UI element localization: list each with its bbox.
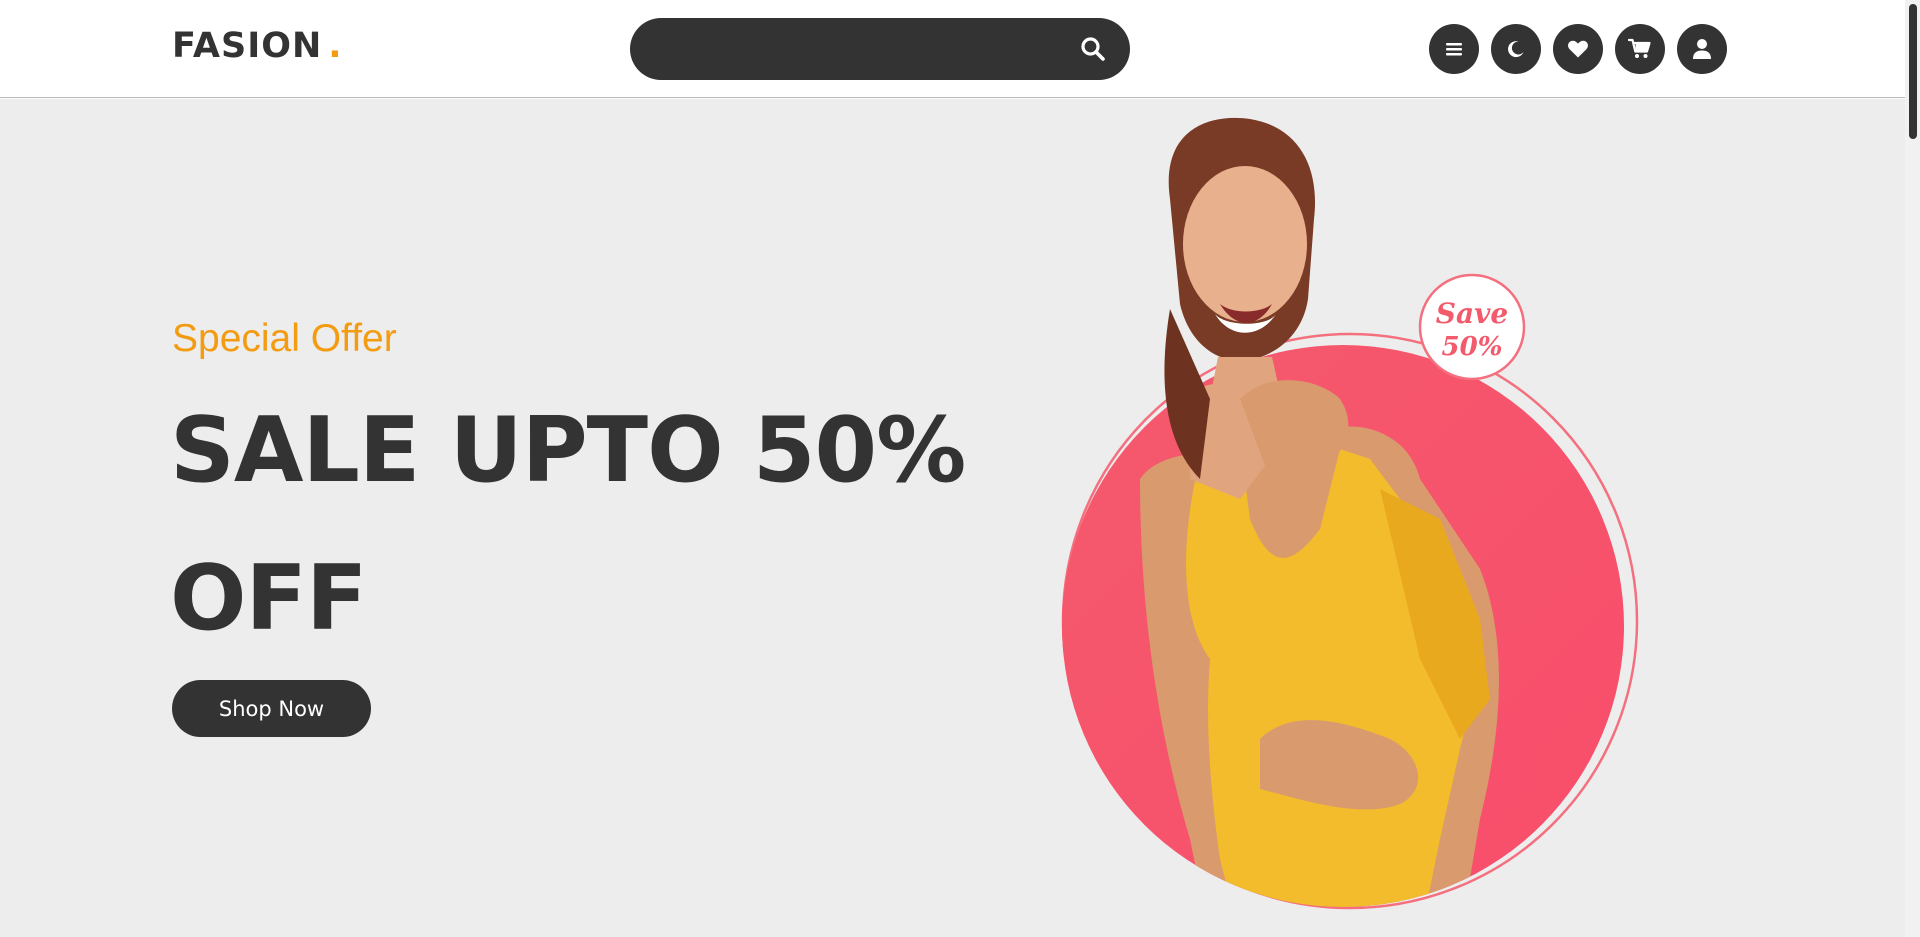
scrollbar-thumb[interactable] [1909, 4, 1917, 139]
badge-line-percent: 50% [1442, 332, 1503, 362]
site-header: FASION. [0, 0, 1905, 98]
header-icons [1429, 24, 1727, 74]
cart-button[interactable] [1615, 24, 1665, 74]
page-scrollbar[interactable] [1905, 0, 1920, 937]
search-button[interactable] [1078, 34, 1108, 64]
menu-button[interactable] [1429, 24, 1479, 74]
hero-subtitle: Special Offer [172, 317, 397, 360]
heart-icon [1568, 40, 1588, 58]
search-input[interactable] [658, 32, 1058, 66]
badge-line-save: Save [1436, 297, 1508, 330]
search-icon [1081, 37, 1105, 61]
hero-model-image: Save 50% [1061, 117, 1639, 910]
logo[interactable]: FASION. [172, 26, 343, 66]
search-bar [630, 18, 1130, 80]
hero-title: SALE UPTO 50% OFF [170, 398, 966, 651]
shop-now-button[interactable]: Shop Now [172, 680, 371, 737]
logo-dot: . [328, 26, 343, 66]
moon-icon [1508, 41, 1524, 58]
cart-icon [1628, 38, 1651, 58]
wishlist-button[interactable] [1553, 24, 1603, 74]
user-icon [1693, 39, 1711, 59]
menu-icon [1446, 43, 1462, 56]
page: FASION. Special Offer SALE UPTO 50% OFF … [0, 0, 1920, 937]
theme-toggle-button[interactable] [1491, 24, 1541, 74]
account-button[interactable] [1677, 24, 1727, 74]
hero-banner: Special Offer SALE UPTO 50% OFF Shop Now [0, 99, 1905, 937]
logo-text: FASION [172, 26, 323, 66]
